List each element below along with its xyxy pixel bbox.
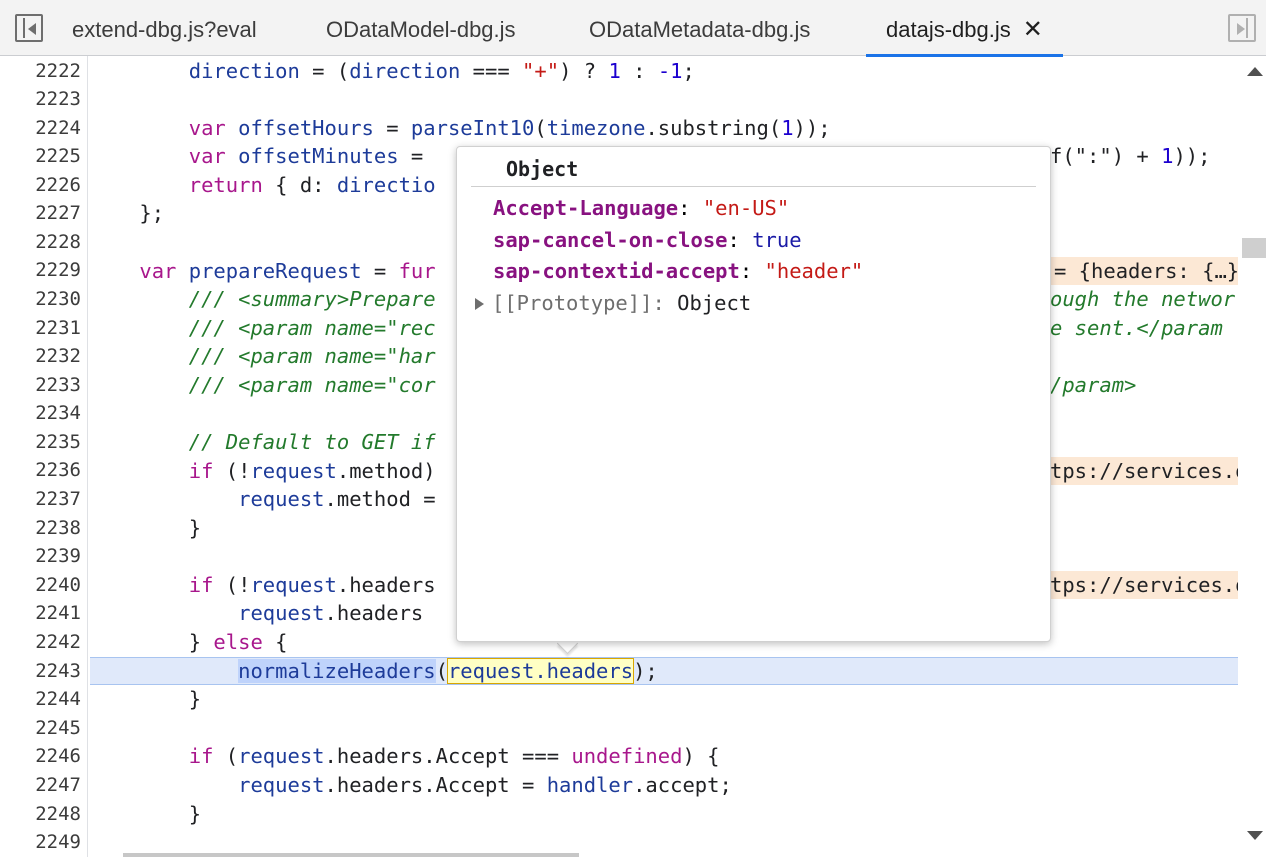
selected-function: normalizeHeaders — [238, 659, 436, 683]
popover-title: Object — [506, 157, 579, 181]
prototype-property[interactable]: [[Prototype]]: Object — [475, 289, 751, 317]
expand-triangle-icon[interactable] — [475, 298, 484, 310]
close-icon[interactable]: ✕ — [1023, 16, 1043, 43]
line-number[interactable]: 2246 — [1, 742, 81, 770]
line-number[interactable]: 2243 — [1, 657, 81, 685]
code-line: } — [90, 687, 202, 711]
code-line: var offsetHours = parseInt10(timezone.su… — [188, 116, 831, 140]
line-number[interactable]: 2236 — [1, 456, 81, 484]
line-number[interactable]: 2241 — [1, 599, 81, 627]
editor-tab-bar: extend-dbg.js?eval ODataModel-dbg.js ODa… — [0, 0, 1266, 57]
line-number[interactable]: 2231 — [1, 314, 81, 342]
line-number[interactable]: 2234 — [1, 399, 81, 427]
object-property[interactable]: sap-cancel-on-close: true — [493, 226, 802, 254]
current-execution-line[interactable]: normalizeHeaders(request.headers); — [90, 657, 1238, 685]
code-line: } — [90, 802, 202, 826]
hovered-expression[interactable]: request.headers — [446, 658, 635, 684]
code-line-tail: f(":") + 1)); — [1050, 144, 1211, 168]
inline-value: tps://services.od — [1050, 459, 1238, 483]
line-number[interactable]: 2223 — [1, 85, 81, 113]
scroll-down-arrow-icon[interactable] — [1247, 831, 1263, 840]
code-line-tail: e sent.</param — [1050, 316, 1223, 340]
code-line: if (request.headers.Accept === undefined… — [188, 744, 720, 768]
popover-divider — [471, 186, 1036, 187]
code-line: request.headers.Accept = handler.accept; — [238, 773, 732, 797]
line-number[interactable]: 2226 — [1, 171, 81, 199]
line-number[interactable]: 2230 — [1, 285, 81, 313]
tab-odatametadata-dbg[interactable]: ODataMetadata-dbg.js — [589, 0, 810, 56]
line-number[interactable]: 2244 — [1, 685, 81, 713]
line-number[interactable]: 2233 — [1, 371, 81, 399]
line-number[interactable]: 2232 — [1, 342, 81, 370]
tab-label: ODataMetadata-dbg.js — [589, 17, 811, 42]
vertical-scroll-thumb[interactable] — [1242, 238, 1266, 258]
line-number[interactable]: 2245 — [1, 714, 81, 742]
line-number[interactable]: 2240 — [1, 571, 81, 599]
tab-label: extend-dbg.js?eval — [72, 17, 257, 42]
vertical-scrollbar[interactable] — [1240, 56, 1266, 857]
horizontal-scroll-thumb[interactable] — [123, 853, 579, 857]
line-number[interactable]: 2224 — [1, 114, 81, 142]
code-line-tail: /param> — [1050, 373, 1137, 397]
line-number[interactable]: 2225 — [1, 142, 81, 170]
line-number[interactable]: 2238 — [1, 514, 81, 542]
line-number[interactable]: 2249 — [1, 828, 81, 856]
code-line-tail: ough the networ — [1050, 287, 1236, 311]
line-number[interactable]: 2247 — [1, 771, 81, 799]
collapse-debugger-icon[interactable] — [1228, 14, 1256, 42]
line-number[interactable]: 2235 — [1, 428, 81, 456]
inline-value: tps://services.o — [1050, 573, 1238, 597]
object-property[interactable]: sap-contextid-accept: "header" — [493, 257, 863, 285]
tab-odatamodel-dbg[interactable]: ODataModel-dbg.js — [326, 0, 516, 56]
scroll-up-arrow-icon[interactable] — [1247, 67, 1263, 76]
collapse-navigator-icon[interactable] — [15, 14, 43, 42]
line-number[interactable]: 2227 — [1, 199, 81, 227]
line-number[interactable]: 2248 — [1, 800, 81, 828]
code-line: direction = (direction === "+") ? 1 : -1… — [188, 59, 695, 83]
line-number[interactable]: 2228 — [1, 228, 81, 256]
line-number[interactable]: 2222 — [1, 57, 81, 85]
object-preview-popover[interactable]: Object Accept-Language: "en-US" sap-canc… — [456, 146, 1051, 642]
line-number[interactable]: 2237 — [1, 485, 81, 513]
tab-label: ODataModel-dbg.js — [326, 17, 516, 42]
tab-label: datajs-dbg.js — [886, 17, 1011, 42]
object-property[interactable]: Accept-Language: "en-US" — [493, 194, 789, 222]
inline-value: = {headers: {…}, — [1054, 259, 1238, 283]
line-number[interactable]: 2242 — [1, 628, 81, 656]
tab-extend-dbg[interactable]: extend-dbg.js?eval — [72, 0, 257, 56]
line-number[interactable]: 2229 — [1, 256, 81, 284]
tab-datajs-dbg[interactable]: datajs-dbg.js ✕ — [866, 0, 1063, 57]
line-number[interactable]: 2239 — [1, 542, 81, 570]
line-number-gutter: 2222 2223 2224 2225 2226 2227 2228 2229 … — [0, 56, 88, 857]
